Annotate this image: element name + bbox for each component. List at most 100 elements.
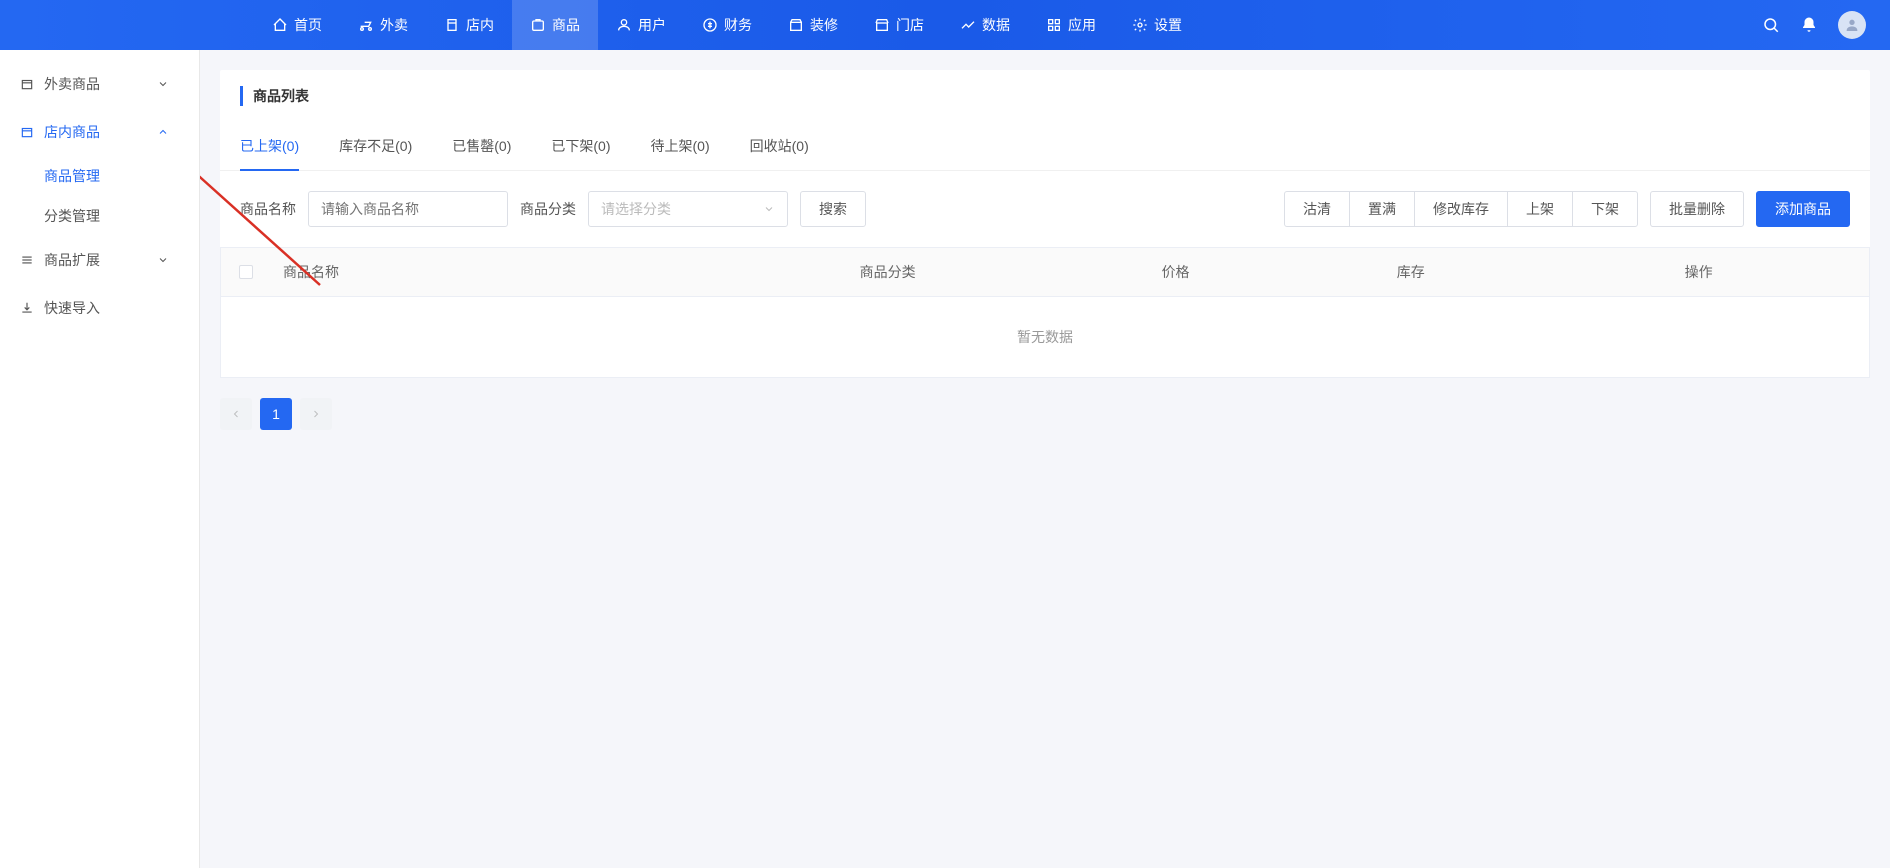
nav-finance[interactable]: 财务 (684, 0, 770, 50)
chevron-down-icon (157, 254, 169, 266)
nav-instore[interactable]: 店内 (426, 0, 512, 50)
page-title: 商品列表 (240, 86, 1850, 106)
tab-on-shelf[interactable]: 已上架(0) (240, 122, 299, 170)
bulk-action-group: 沽清 置满 修改库存 上架 下架 (1284, 191, 1638, 227)
import-icon (20, 301, 34, 315)
tab-low-stock[interactable]: 库存不足(0) (339, 122, 412, 170)
nav-delivery[interactable]: 外卖 (340, 0, 426, 50)
decor-icon (788, 17, 804, 33)
sidebar-sub-product-manage[interactable]: 商品管理 (0, 156, 199, 196)
tab-sold-out[interactable]: 已售罄(0) (452, 122, 511, 170)
chevron-down-icon (763, 203, 775, 215)
page-prev-button[interactable] (220, 398, 252, 430)
layout: 外卖商品 店内商品 商品管理 分类管理 商品扩展 快速导入 商品列表 (0, 50, 1890, 868)
tab-off-shelf[interactable]: 已下架(0) (551, 122, 610, 170)
goods-icon (530, 17, 546, 33)
tab-label: 已上架(0) (240, 138, 299, 154)
fill-stock-button[interactable]: 置满 (1349, 191, 1415, 227)
nav-label: 首页 (294, 15, 322, 35)
modify-stock-button[interactable]: 修改库存 (1414, 191, 1508, 227)
tab-label: 已下架(0) (551, 138, 610, 154)
store-icon (444, 17, 460, 33)
nav-app[interactable]: 应用 (1028, 0, 1114, 50)
nav-label: 财务 (724, 15, 752, 35)
sidebar-sub-label: 分类管理 (44, 206, 100, 226)
finance-icon (702, 17, 718, 33)
search-button[interactable]: 搜索 (800, 191, 866, 227)
product-name-input[interactable] (308, 191, 508, 227)
nav-data[interactable]: 数据 (942, 0, 1028, 50)
nav-shop[interactable]: 门店 (856, 0, 942, 50)
pagination: 1 (220, 398, 1870, 430)
product-table: 商品名称 商品分类 价格 库存 操作 暂无数据 (220, 247, 1870, 378)
th-name: 商品名称 (271, 248, 717, 296)
tab-label: 回收站(0) (750, 138, 809, 154)
sidebar-item-quick-import[interactable]: 快速导入 (0, 284, 199, 332)
delivery-icon (358, 17, 374, 33)
sidebar-item-label: 外卖商品 (44, 74, 100, 94)
settings-icon (1132, 17, 1148, 33)
card-header: 商品列表 (220, 70, 1870, 122)
avatar[interactable] (1838, 11, 1866, 39)
avatar-icon (1844, 17, 1860, 33)
nav-label: 外卖 (380, 15, 408, 35)
box-icon (20, 125, 34, 139)
tab-recycle[interactable]: 回收站(0) (750, 122, 809, 170)
batch-delete-button[interactable]: 批量删除 (1650, 191, 1744, 227)
tabs: 已上架(0) 库存不足(0) 已售罄(0) 已下架(0) 待上架(0) 回收站(… (220, 122, 1870, 171)
select-placeholder: 请选择分类 (601, 199, 671, 219)
chevron-right-icon (310, 408, 322, 420)
nav-goods[interactable]: 商品 (512, 0, 598, 50)
add-product-button[interactable]: 添加商品 (1756, 191, 1850, 227)
nav-label: 应用 (1068, 15, 1096, 35)
tab-label: 库存不足(0) (339, 138, 412, 154)
nav-label: 门店 (896, 15, 924, 35)
select-all-checkbox[interactable] (239, 265, 253, 279)
nav-user[interactable]: 用户 (598, 0, 684, 50)
box-icon (20, 77, 34, 91)
th-action: 操作 (1528, 248, 1869, 296)
search-icon[interactable] (1762, 16, 1780, 34)
nav-label: 用户 (638, 15, 666, 35)
page-number-button[interactable]: 1 (260, 398, 292, 430)
nav-label: 装修 (810, 15, 838, 35)
table-header: 商品名称 商品分类 价格 库存 操作 (221, 247, 1869, 297)
sidebar-sub-category-manage[interactable]: 分类管理 (0, 196, 199, 236)
th-price: 价格 (1058, 248, 1293, 296)
card: 商品列表 已上架(0) 库存不足(0) 已售罄(0) 已下架(0) 待上架(0)… (220, 70, 1870, 378)
data-icon (960, 17, 976, 33)
sidebar-item-goods-extension[interactable]: 商品扩展 (0, 236, 199, 284)
tab-pending[interactable]: 待上架(0) (651, 122, 710, 170)
main-content: 商品列表 已上架(0) 库存不足(0) 已售罄(0) 已下架(0) 待上架(0)… (200, 50, 1890, 868)
sidebar-item-label: 店内商品 (44, 122, 100, 142)
nav-home[interactable]: 首页 (254, 0, 340, 50)
bell-icon[interactable] (1800, 16, 1818, 34)
sidebar-sub-label: 商品管理 (44, 166, 100, 186)
chevron-left-icon (230, 408, 242, 420)
on-shelf-button[interactable]: 上架 (1507, 191, 1573, 227)
sidebar: 外卖商品 店内商品 商品管理 分类管理 商品扩展 快速导入 (0, 50, 200, 868)
sidebar-item-label: 快速导入 (44, 298, 100, 318)
tab-label: 已售罄(0) (452, 138, 511, 154)
top-nav: 首页 外卖 店内 商品 用户 财务 装修 门店 (0, 0, 1890, 50)
sidebar-item-instore-goods[interactable]: 店内商品 (0, 108, 199, 156)
nav-label: 数据 (982, 15, 1010, 35)
nav-items: 首页 外卖 店内 商品 用户 财务 装修 门店 (254, 0, 1200, 50)
off-shelf-button[interactable]: 下架 (1572, 191, 1638, 227)
tab-label: 待上架(0) (651, 138, 710, 154)
category-select[interactable]: 请选择分类 (588, 191, 788, 227)
filter-name-label: 商品名称 (240, 199, 296, 219)
filter-row: 商品名称 商品分类 请选择分类 搜索 沽清 置满 修改库存 上架 下架 批量删除… (220, 171, 1870, 247)
nav-label: 设置 (1154, 15, 1182, 35)
page-next-button[interactable] (300, 398, 332, 430)
empty-state: 暂无数据 (221, 297, 1869, 377)
list-icon (20, 253, 34, 267)
nav-label: 商品 (552, 15, 580, 35)
nav-settings[interactable]: 设置 (1114, 0, 1200, 50)
clear-stock-button[interactable]: 沽清 (1284, 191, 1350, 227)
sidebar-item-delivery-goods[interactable]: 外卖商品 (0, 60, 199, 108)
nav-decor[interactable]: 装修 (770, 0, 856, 50)
th-checkbox (221, 248, 271, 296)
th-stock: 库存 (1293, 248, 1528, 296)
filter-category-label: 商品分类 (520, 199, 576, 219)
